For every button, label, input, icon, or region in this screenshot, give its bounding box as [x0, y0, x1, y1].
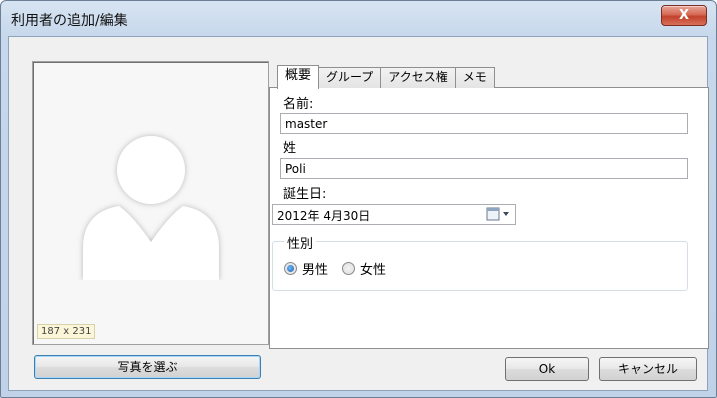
calendar-dropdown-icon[interactable] — [486, 207, 512, 222]
male-radio[interactable] — [284, 262, 297, 275]
last-name-label: 姓 — [283, 141, 297, 156]
ok-button[interactable]: Ok — [505, 357, 589, 381]
close-icon: X — [678, 8, 690, 23]
birthdate-value: 2012年 4月30日 — [277, 209, 371, 223]
gender-options: 男性 女性 — [284, 259, 386, 278]
dialog-client-area: 187 x 231 写真を選ぶ 概要 グループ アクセス権 メモ 名前: 姓 誕… — [8, 36, 709, 391]
choose-photo-button[interactable]: 写真を選ぶ — [34, 355, 261, 379]
cancel-button[interactable]: キャンセル — [599, 357, 697, 381]
tab-notes[interactable]: メモ — [454, 67, 495, 88]
birthdate-picker[interactable]: 2012年 4月30日 — [272, 204, 516, 225]
first-name-label: 名前: — [283, 97, 314, 112]
tab-strip: 概要 グループ アクセス権 メモ — [277, 65, 495, 89]
female-label[interactable]: 女性 — [360, 259, 386, 278]
first-name-input[interactable] — [280, 113, 688, 134]
default-user-avatar-icon — [83, 136, 219, 280]
tab-access-rights[interactable]: アクセス権 — [380, 67, 456, 88]
dialog-title: 利用者の追加/編集 — [11, 13, 128, 29]
photo-size-label: 187 x 231 — [37, 324, 96, 339]
gender-label: 性別 — [284, 233, 317, 252]
photo-panel[interactable]: 187 x 231 — [32, 61, 269, 345]
close-button[interactable]: X — [661, 5, 707, 26]
tab-overview[interactable]: 概要 — [277, 65, 320, 89]
female-radio[interactable] — [342, 262, 356, 275]
tab-groups[interactable]: グループ — [318, 67, 382, 88]
birthdate-label: 誕生日: — [283, 187, 327, 202]
male-label[interactable]: 男性 — [302, 259, 328, 278]
last-name-input[interactable] — [280, 158, 688, 179]
